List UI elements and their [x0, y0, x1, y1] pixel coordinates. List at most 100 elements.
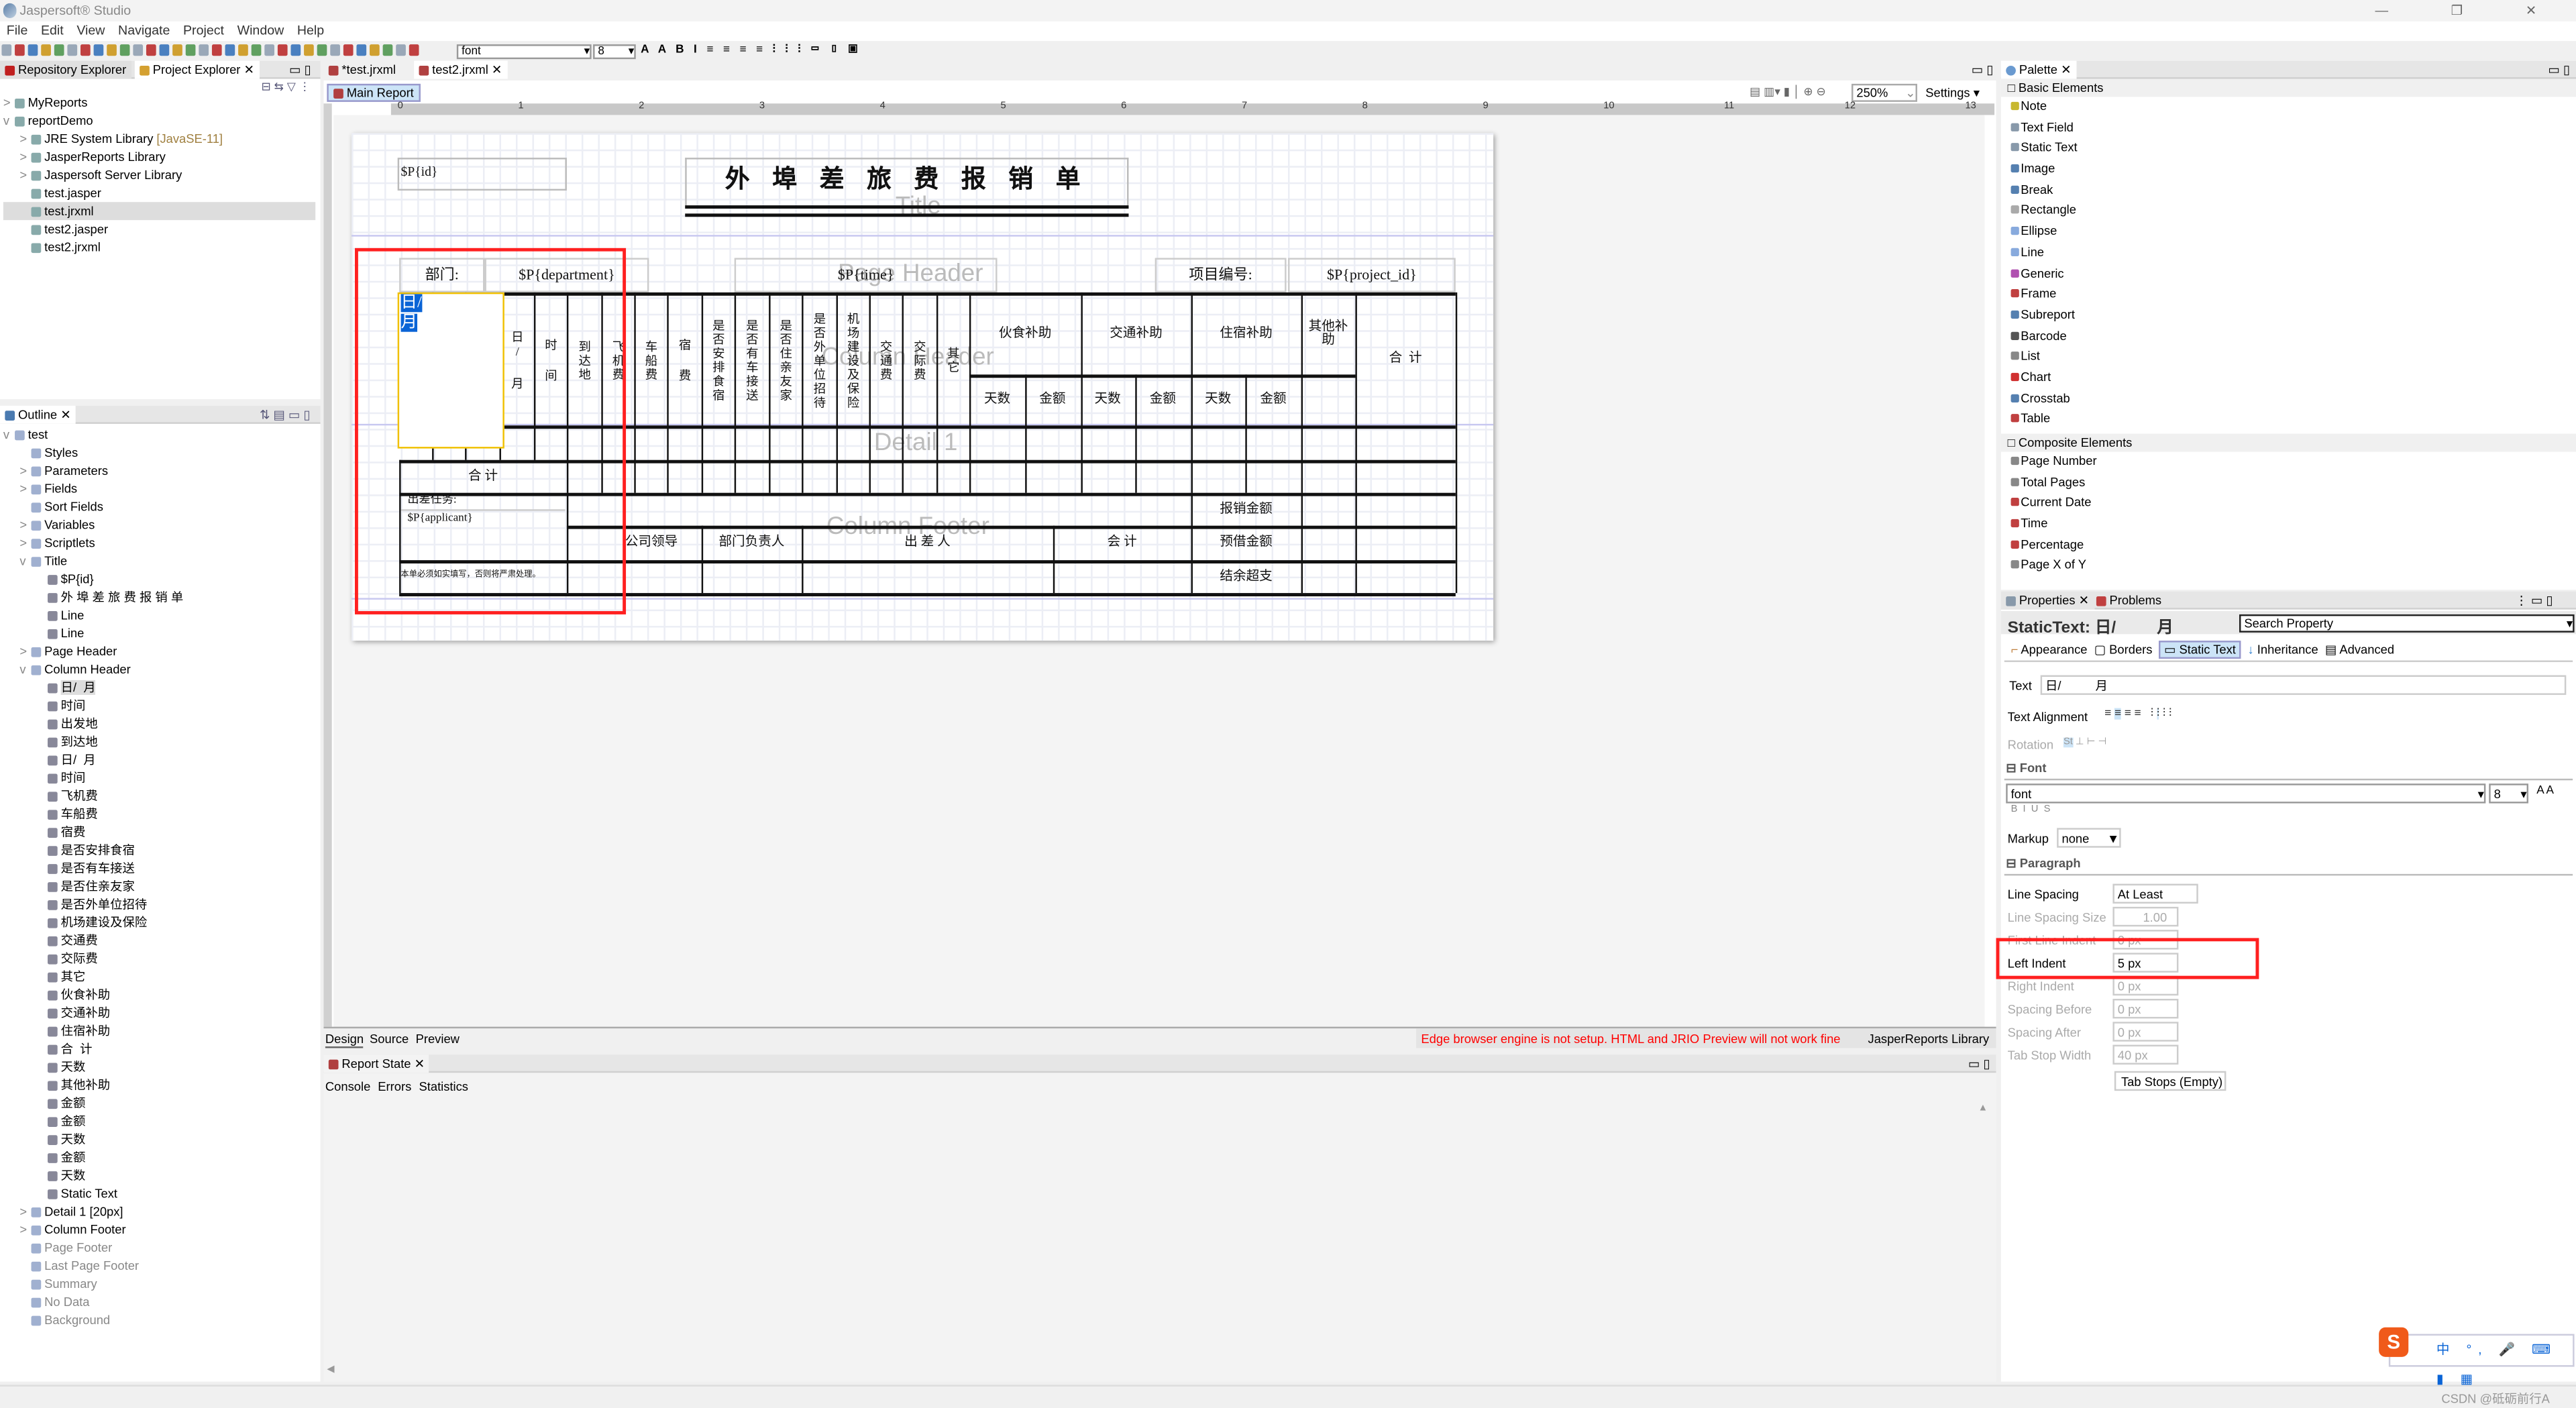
- outline-item[interactable]: v Title: [3, 552, 315, 570]
- palette-item[interactable]: Break: [2001, 180, 2576, 201]
- project-tree-item[interactable]: > JRE System Library [JavaSE-11]: [3, 129, 315, 148]
- palette-item[interactable]: Note: [2001, 97, 2576, 117]
- expand-icon[interactable]: >: [19, 643, 31, 661]
- outline-item[interactable]: Line: [3, 606, 315, 625]
- id-field[interactable]: $P{id}: [397, 158, 567, 191]
- toolbar-button-icon[interactable]: [382, 44, 393, 56]
- menu-navigate[interactable]: Navigate: [118, 23, 170, 38]
- toolbar-button-icon[interactable]: [41, 44, 51, 56]
- expand-icon[interactable]: >: [19, 1203, 31, 1221]
- subtab-advanced[interactable]: ▤ Advanced: [2325, 643, 2394, 657]
- dept-head-label[interactable]: 部门负责人: [702, 526, 802, 560]
- tab-preview[interactable]: Preview: [416, 1032, 460, 1046]
- outline-item[interactable]: Sort Fields: [3, 498, 315, 516]
- column-group-header[interactable]: 合 计: [1355, 292, 1455, 425]
- menu-file[interactable]: File: [7, 23, 28, 38]
- horizontal-scrollbar[interactable]: ◀: [327, 1364, 1970, 1375]
- column-header-cell[interactable]: 是否住亲友家: [769, 299, 802, 423]
- toolbar-button-icon[interactable]: [146, 44, 156, 56]
- tab-statistics[interactable]: Statistics: [419, 1079, 468, 1094]
- column-header-cell[interactable]: 是否有车接送: [735, 299, 769, 423]
- font-select[interactable]: font ▾: [2006, 783, 2486, 804]
- expand-icon[interactable]: >: [19, 129, 31, 148]
- menu-window[interactable]: Window: [237, 23, 284, 38]
- outline-item[interactable]: 日/ 月: [3, 678, 315, 696]
- expand-icon[interactable]: >: [19, 534, 31, 552]
- tab-console[interactable]: Console: [325, 1079, 370, 1094]
- rotation-buttons[interactable]: St ⊥ ⊢ ⊣: [2063, 736, 2106, 748]
- outline-item[interactable]: Page Footer: [3, 1239, 315, 1257]
- accountant-label[interactable]: 会 计: [1053, 526, 1191, 560]
- toolbar-button-icon[interactable]: [93, 44, 104, 56]
- property-input[interactable]: 0 px: [2112, 1022, 2179, 1042]
- column-header-cell[interactable]: 其它: [936, 299, 969, 423]
- explorer-toolbar-icons[interactable]: ⊟ ⇆ ▽ ⋮: [262, 80, 311, 93]
- subtab-borders[interactable]: ▢ Borders: [2094, 643, 2153, 657]
- outline-item[interactable]: Background: [3, 1311, 315, 1329]
- outline-item[interactable]: 天数: [3, 1058, 315, 1076]
- palette-item[interactable]: Crosstab: [2001, 388, 2576, 409]
- toolbar-button-icon[interactable]: [356, 44, 367, 56]
- menu-view[interactable]: View: [76, 23, 105, 38]
- outline-item[interactable]: > Page Header: [3, 643, 315, 661]
- toolbar-button-icon[interactable]: [304, 44, 314, 56]
- toolbar-button-icon[interactable]: [317, 44, 327, 56]
- project-tree-item[interactable]: test2.jrxml: [3, 238, 315, 256]
- column-sub-header[interactable]: 天数: [1079, 374, 1135, 425]
- sogou-ime-icon[interactable]: S: [2379, 1327, 2409, 1357]
- expand-icon[interactable]: >: [19, 1221, 31, 1239]
- column-header-cell[interactable]: 机场建设及保险: [837, 299, 869, 423]
- ime-toolbar[interactable]: 中 °, 🎤 ⌨ ▮ ▦: [2388, 1334, 2575, 1387]
- property-input[interactable]: 0 px: [2112, 998, 2179, 1019]
- column-sub-header[interactable]: 天数: [1190, 374, 1246, 425]
- outline-item[interactable]: v Column Header: [3, 660, 315, 678]
- outline-item[interactable]: > Fields: [3, 480, 315, 498]
- outline-item[interactable]: > Scriptlets: [3, 534, 315, 552]
- outline-item[interactable]: Last Page Footer: [3, 1256, 315, 1275]
- outline-item[interactable]: 是否有车接送: [3, 859, 315, 877]
- tab-errors[interactable]: Errors: [378, 1079, 411, 1094]
- palette-item[interactable]: Subreport: [2001, 305, 2576, 326]
- column-sub-header[interactable]: 金额: [1024, 374, 1080, 425]
- palette-item[interactable]: Current Date: [2001, 494, 2576, 515]
- expand-icon[interactable]: v: [3, 112, 15, 130]
- toolbar-button-icon[interactable]: [15, 44, 25, 56]
- palette-item[interactable]: List: [2001, 347, 2576, 368]
- column-group-header[interactable]: 住宿补助: [1191, 292, 1301, 374]
- tab-design[interactable]: Design: [325, 1032, 364, 1048]
- palette-item[interactable]: Image: [2001, 160, 2576, 180]
- outline-item[interactable]: 宿费: [3, 823, 315, 841]
- expand-icon[interactable]: >: [3, 94, 15, 112]
- tab-project-explorer[interactable]: Project Explorer ✕: [134, 60, 260, 79]
- palette-item[interactable]: Static Text: [2001, 139, 2576, 160]
- toolbar-button-icon[interactable]: [172, 44, 182, 56]
- outline-item[interactable]: 到达地: [3, 733, 315, 751]
- project-tree-item[interactable]: > MyReports: [3, 94, 315, 112]
- basic-elements-header[interactable]: □ Basic Elements: [2000, 78, 2576, 97]
- toolbar-button-icon[interactable]: [370, 44, 380, 56]
- toolbar-button-icon[interactable]: [211, 44, 222, 56]
- outline-item[interactable]: 日/ 月: [3, 751, 315, 769]
- composite-elements-header[interactable]: □ Composite Elements: [2000, 433, 2576, 452]
- subtab-appearance[interactable]: ⌐ Appearance: [2011, 643, 2088, 657]
- column-sub-header[interactable]: 金额: [1245, 374, 1301, 425]
- outline-item[interactable]: 是否住亲友家: [3, 877, 315, 896]
- property-input[interactable]: 1.00: [2112, 906, 2179, 927]
- balance-label[interactable]: 结余超支: [1191, 560, 1301, 593]
- project-tree-item[interactable]: > Jaspersoft Server Library: [3, 166, 315, 184]
- tab-test2-jrxml[interactable]: test2.jrxml ✕: [414, 60, 507, 79]
- outline-item[interactable]: Static Text: [3, 1185, 315, 1203]
- outline-item[interactable]: 交通补助: [3, 1004, 315, 1022]
- outline-item[interactable]: 天数: [3, 1167, 315, 1185]
- toolbar-button-icon[interactable]: [251, 44, 262, 56]
- column-header-cell[interactable]: 交际费: [902, 299, 936, 423]
- outline-item[interactable]: No Data: [3, 1293, 315, 1311]
- toolbar-button-icon[interactable]: [343, 44, 354, 56]
- tab-problems[interactable]: Problems: [2092, 592, 2167, 610]
- tab-properties[interactable]: Properties ✕: [2000, 591, 2094, 610]
- column-header-cell[interactable]: 是否安排食宿: [702, 299, 735, 423]
- outline-item[interactable]: 外 埠 差 旅 费 报 销 单: [3, 588, 315, 606]
- markup-select[interactable]: none ▼: [2057, 828, 2121, 848]
- outline-item[interactable]: 交际费: [3, 950, 315, 968]
- outline-item[interactable]: > Detail 1 [20px]: [3, 1203, 315, 1221]
